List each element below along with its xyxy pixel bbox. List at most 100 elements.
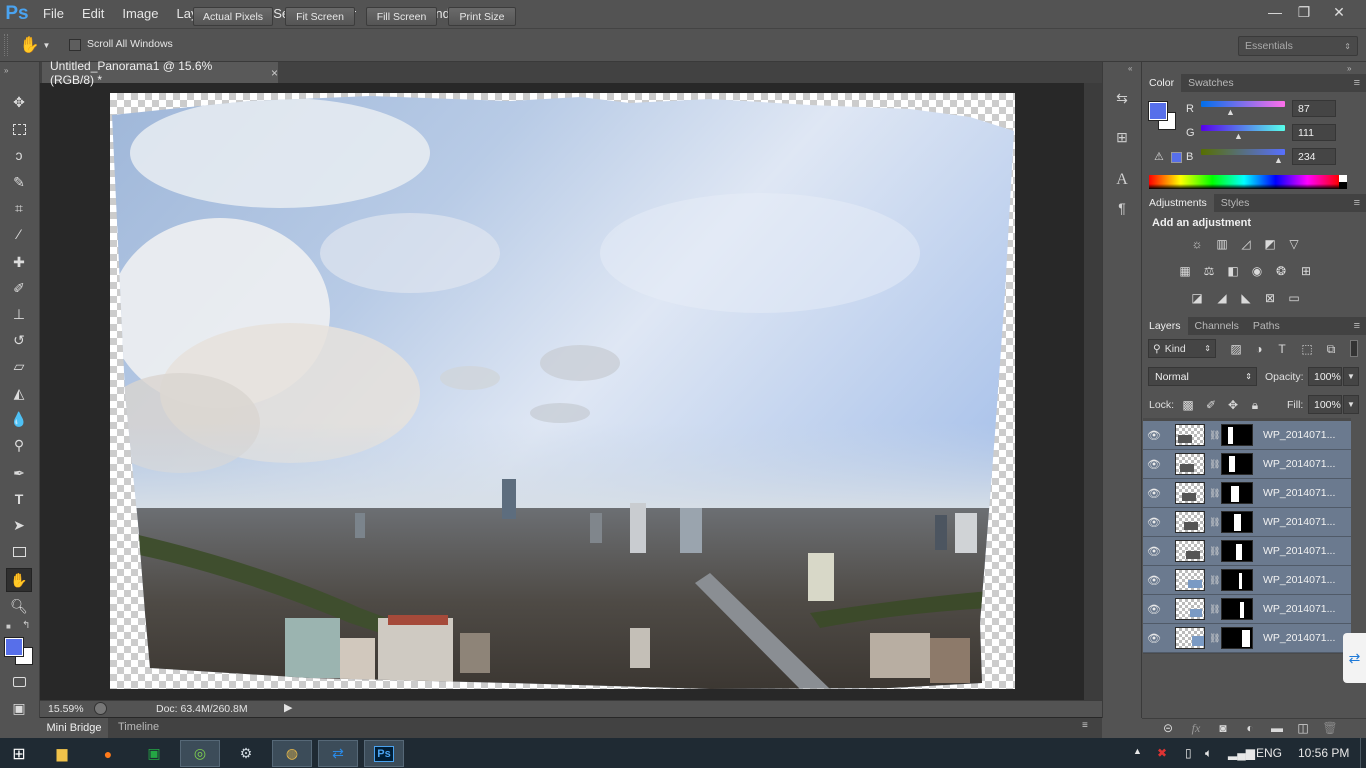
- layer-thumbnail[interactable]: [1175, 511, 1205, 533]
- panel-fg-swatch[interactable]: [1148, 101, 1168, 121]
- visibility-eye-icon[interactable]: 👁︎: [1143, 603, 1165, 616]
- layer-thumbnail[interactable]: [1175, 482, 1205, 504]
- path-selection-tool-icon[interactable]: ➤: [6, 513, 32, 537]
- tab-adjustments[interactable]: Adjustments: [1142, 194, 1214, 212]
- layer-mask-thumbnail[interactable]: [1221, 482, 1253, 504]
- move-tool-icon[interactable]: ✥: [6, 90, 32, 114]
- eraser-tool-icon[interactable]: ▱: [6, 354, 32, 378]
- rectangle-tool-icon[interactable]: [6, 540, 32, 564]
- language-indicator[interactable]: ENG: [1256, 746, 1282, 760]
- layer-thumbnail[interactable]: [1175, 569, 1205, 591]
- layer-name[interactable]: WP_2014071...: [1263, 516, 1335, 528]
- mask-link-icon[interactable]: ⛓: [1209, 430, 1220, 441]
- show-hidden-icons[interactable]: ▲: [1133, 746, 1142, 756]
- bottom-panel-menu-icon[interactable]: ≡: [1082, 720, 1088, 731]
- restore-button[interactable]: ❐: [1287, 2, 1321, 22]
- layer-row[interactable]: 👁︎ ⛓ WP_2014071...: [1143, 624, 1351, 653]
- new-layer-icon[interactable]: ◫: [1294, 721, 1312, 735]
- mask-link-icon[interactable]: ⛓: [1209, 604, 1220, 615]
- collapse-toolbox-icon[interactable]: »: [4, 66, 8, 75]
- close-document-icon[interactable]: ×: [271, 66, 278, 80]
- lock-transparent-icon[interactable]: ▩: [1179, 398, 1197, 412]
- mask-link-icon[interactable]: ⛓: [1209, 575, 1220, 586]
- status-menu-arrow-icon[interactable]: ▶: [284, 701, 292, 714]
- app-icon-green[interactable]: ◎: [180, 740, 220, 767]
- layer-thumbnail[interactable]: [1175, 424, 1205, 446]
- layer-name[interactable]: WP_2014071...: [1263, 574, 1335, 586]
- brightness-contrast-icon[interactable]: ☼: [1188, 237, 1206, 251]
- character-panel-icon[interactable]: A: [1110, 169, 1134, 191]
- file-explorer-icon[interactable]: ▆: [42, 740, 82, 767]
- history-panel-icon[interactable]: ⇆: [1110, 87, 1134, 109]
- crop-tool-icon[interactable]: ⌗: [6, 196, 32, 220]
- close-window-button[interactable]: ✕: [1322, 2, 1356, 22]
- layer-name[interactable]: WP_2014071...: [1263, 487, 1335, 499]
- layer-thumbnail[interactable]: [1175, 453, 1205, 475]
- selective-color-icon[interactable]: ⊠: [1261, 291, 1279, 305]
- ramp-black-swatch[interactable]: [1339, 182, 1347, 189]
- blue-slider[interactable]: [1201, 149, 1285, 155]
- layer-row[interactable]: 👁︎ ⛓ WP_2014071...: [1143, 421, 1351, 450]
- adjustment-icon[interactable]: ◐: [1241, 721, 1259, 735]
- hand-tool-icon[interactable]: ✋: [6, 568, 32, 592]
- marquee-tool-icon[interactable]: [6, 117, 32, 141]
- mask-link-icon[interactable]: ⛓: [1209, 546, 1220, 557]
- healing-brush-tool-icon[interactable]: ✚: [6, 250, 32, 274]
- levels-icon[interactable]: ▥: [1213, 237, 1231, 251]
- dodge-tool-icon[interactable]: ⚲: [6, 433, 32, 457]
- fill-dropdown-icon[interactable]: ▼: [1343, 395, 1359, 414]
- green-slider-thumb[interactable]: ▲: [1234, 131, 1243, 141]
- color-balance-icon[interactable]: ⚖: [1200, 264, 1218, 278]
- layer-mask-thumbnail[interactable]: [1221, 424, 1253, 446]
- blend-mode-select[interactable]: Normal ⇕: [1148, 367, 1257, 386]
- swap-colors-icon[interactable]: ↰: [22, 620, 30, 631]
- invert-icon[interactable]: ◪: [1188, 291, 1206, 305]
- link-icon[interactable]: ⊝: [1159, 721, 1177, 735]
- green-value-field[interactable]: 111: [1292, 124, 1336, 141]
- zoom-tool-icon[interactable]: 🔍︎: [6, 594, 32, 618]
- mask-link-icon[interactable]: ⛓: [1209, 517, 1220, 528]
- blue-value-field[interactable]: 234: [1292, 148, 1336, 165]
- gamut-swatch[interactable]: [1171, 152, 1182, 163]
- threshold-icon[interactable]: ◣: [1237, 291, 1255, 305]
- layer-mask-thumbnail[interactable]: [1221, 569, 1253, 591]
- folder-icon[interactable]: ▬: [1268, 721, 1286, 735]
- opacity-dropdown-icon[interactable]: ▼: [1343, 367, 1359, 386]
- volume-icon[interactable]: 🔈︎: [1205, 746, 1212, 761]
- exposure-icon[interactable]: ◩: [1261, 237, 1279, 251]
- visibility-eye-icon[interactable]: 👁︎: [1143, 487, 1165, 500]
- fx-icon[interactable]: fx: [1187, 721, 1205, 735]
- filter-shape-icon[interactable]: ⬚: [1298, 342, 1316, 356]
- mask-link-icon[interactable]: ⛓: [1209, 488, 1220, 499]
- print-size-button[interactable]: Print Size: [448, 7, 516, 26]
- layer-mask-thumbnail[interactable]: [1221, 511, 1253, 533]
- eyedropper-tool-icon[interactable]: ⁄: [6, 222, 32, 246]
- tab-paths[interactable]: Paths: [1246, 317, 1287, 335]
- color-lookup-icon[interactable]: ⊞: [1297, 264, 1315, 278]
- fill-screen-button[interactable]: Fill Screen: [366, 7, 437, 26]
- type-tool-icon[interactable]: T: [6, 487, 32, 511]
- panorama-canvas[interactable]: [110, 93, 1015, 689]
- network-warning-icon[interactable]: ✖: [1157, 746, 1167, 760]
- black-white-icon[interactable]: ◧: [1224, 264, 1242, 278]
- ramp-white-swatch[interactable]: [1339, 175, 1347, 182]
- teamviewer-icon[interactable]: ⇄: [318, 740, 358, 767]
- mask-link-icon[interactable]: ⛓: [1209, 633, 1220, 644]
- layer-thumbnail[interactable]: [1175, 598, 1205, 620]
- zoom-level[interactable]: 15.59%: [48, 703, 84, 715]
- clock[interactable]: 10:56 PM: [1298, 746, 1349, 760]
- curves-icon[interactable]: ◿: [1237, 237, 1255, 251]
- layers-panel-menu-icon[interactable]: ≡: [1354, 320, 1360, 332]
- history-brush-tool-icon[interactable]: ↺: [6, 328, 32, 352]
- layer-mask-thumbnail[interactable]: [1221, 598, 1253, 620]
- color-panel-menu-icon[interactable]: ≡: [1354, 77, 1360, 89]
- layer-row[interactable]: 👁︎ ⛓ WP_2014071...: [1143, 537, 1351, 566]
- layer-thumbnail[interactable]: [1175, 627, 1205, 649]
- blue-slider-thumb[interactable]: ▲: [1274, 155, 1283, 165]
- quick-mask-icon[interactable]: [6, 670, 32, 694]
- visibility-eye-icon[interactable]: 👁︎: [1143, 574, 1165, 587]
- fill-field[interactable]: 100%: [1308, 395, 1342, 414]
- layer-row[interactable]: 👁︎ ⛓ WP_2014071...: [1143, 595, 1351, 624]
- filter-type-icon[interactable]: T: [1273, 342, 1291, 356]
- layer-name[interactable]: WP_2014071...: [1263, 458, 1335, 470]
